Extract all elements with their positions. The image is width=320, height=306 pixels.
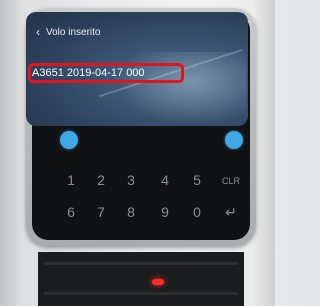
key-6[interactable]: 6 — [60, 204, 82, 220]
key-0[interactable]: 0 — [186, 204, 208, 220]
stand-ridge — [44, 292, 238, 295]
key-clr[interactable]: CLR — [220, 176, 242, 186]
key-7[interactable]: 7 — [90, 204, 112, 220]
key-8[interactable]: 8 — [120, 204, 142, 220]
screen-left-button[interactable] — [60, 131, 78, 149]
background-wall-right — [255, 0, 275, 306]
status-led — [152, 279, 164, 285]
screen-title: Volo inserito — [46, 26, 101, 38]
device-stand — [38, 252, 244, 306]
enter-icon[interactable]: ↵ — [220, 204, 242, 221]
key-3[interactable]: 3 — [120, 172, 142, 188]
back-icon[interactable]: ‹ — [36, 26, 40, 38]
background-wall — [0, 0, 24, 306]
key-9[interactable]: 9 — [154, 204, 176, 220]
key-5[interactable]: 5 — [186, 172, 208, 188]
key-4[interactable]: 4 — [154, 172, 176, 188]
flight-entry-text: A3651 2019-04-17 000 — [32, 67, 145, 79]
stand-ridge — [44, 262, 238, 265]
screen-right-button[interactable] — [225, 131, 243, 149]
screen-header: ‹ Volo inserito — [36, 24, 100, 40]
key-2[interactable]: 2 — [90, 172, 112, 188]
key-1[interactable]: 1 — [60, 172, 82, 188]
